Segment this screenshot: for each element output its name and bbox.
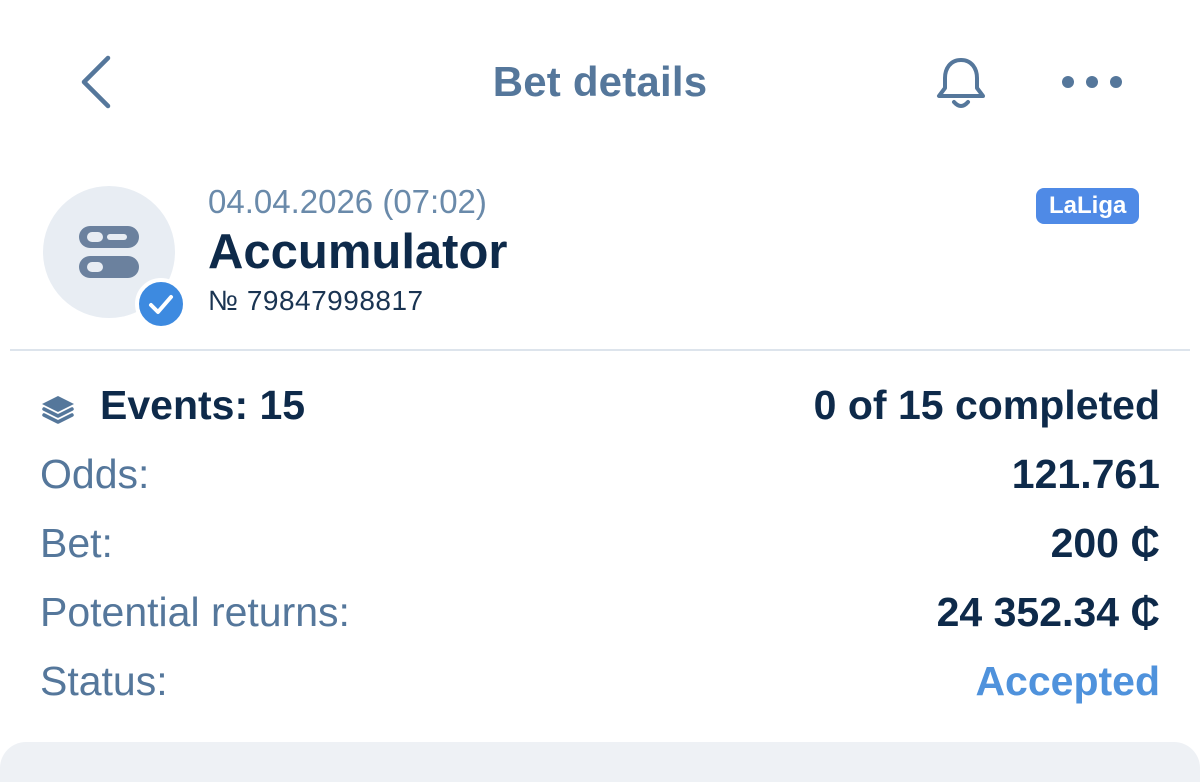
events-list-card	[0, 742, 1200, 782]
more-horizontal-icon	[1062, 76, 1122, 88]
bet-date: 04.04.2026 (07:02)	[208, 183, 487, 220]
odds-value: 121.761	[1011, 451, 1160, 497]
verified-badge	[135, 278, 187, 330]
bet-amount-label: Bet:	[40, 520, 113, 566]
accumulator-icon	[79, 226, 139, 278]
divider	[10, 349, 1190, 351]
bet-number: № 79847998817	[208, 285, 424, 316]
bet-amount-value: 200 ₵	[1050, 520, 1160, 566]
status-value: Accepted	[975, 658, 1160, 704]
odds-label: Odds:	[40, 451, 150, 497]
status-label: Status:	[40, 658, 168, 704]
notifications-button[interactable]	[930, 52, 992, 114]
bell-icon	[937, 58, 985, 108]
bet-type-title: Accumulator	[208, 225, 508, 279]
page-title: Bet details	[492, 58, 708, 105]
checkmark-icon	[149, 295, 173, 314]
league-badge: LaLiga	[1036, 188, 1140, 224]
events-count: Events: 15	[100, 382, 306, 428]
more-options-button[interactable]	[1058, 60, 1126, 104]
header-bar: Bet details	[0, 0, 1200, 160]
events-progress: 0 of 15 completed	[813, 382, 1160, 428]
potential-returns-label: Potential returns:	[40, 589, 350, 635]
potential-returns-value: 24 352.34 ₵	[936, 589, 1160, 635]
layers-icon	[42, 396, 74, 424]
